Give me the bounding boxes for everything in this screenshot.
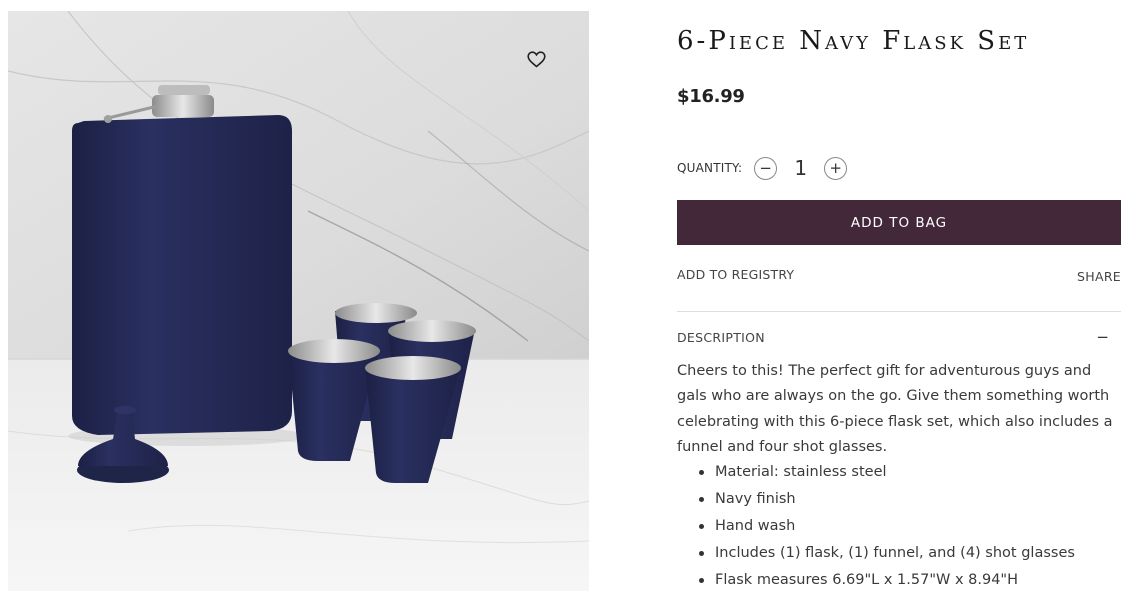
add-to-registry-link[interactable]: ADD TO REGISTRY bbox=[677, 267, 794, 282]
quantity-value[interactable]: 1 bbox=[777, 156, 824, 180]
list-item: Material: stainless steel bbox=[699, 459, 1141, 486]
list-item: Navy finish bbox=[699, 486, 1141, 513]
list-item: Hand wash bbox=[699, 513, 1141, 540]
collapse-icon[interactable]: − bbox=[1096, 328, 1109, 346]
share-link[interactable]: SHARE bbox=[1077, 269, 1121, 284]
wishlist-button[interactable] bbox=[525, 48, 547, 70]
product-image bbox=[8, 11, 589, 591]
product-price: $16.99 bbox=[677, 86, 745, 107]
heart-icon bbox=[526, 50, 546, 68]
product-title: 6-Piece Navy Flask Set bbox=[677, 26, 1030, 56]
divider bbox=[677, 311, 1121, 312]
add-to-bag-button[interactable]: ADD TO BAG bbox=[677, 200, 1121, 245]
description-text: Cheers to this! The perfect gift for adv… bbox=[677, 363, 1113, 455]
list-item: Includes (1) flask, (1) funnel, and (4) … bbox=[699, 540, 1141, 567]
feature-list: Material: stainless steel Navy finish Ha… bbox=[677, 459, 1141, 594]
list-item: Flask measures 6.69"L x 1.57"W x 8.94"H bbox=[699, 567, 1141, 594]
quantity-label: QUANTITY: bbox=[677, 161, 743, 175]
quantity-increase-button[interactable]: + bbox=[824, 156, 848, 180]
description-heading[interactable]: DESCRIPTION bbox=[677, 330, 765, 345]
quantity-selector: QUANTITY: − 1 + bbox=[677, 155, 848, 181]
quantity-decrease-button[interactable]: − bbox=[754, 156, 778, 180]
